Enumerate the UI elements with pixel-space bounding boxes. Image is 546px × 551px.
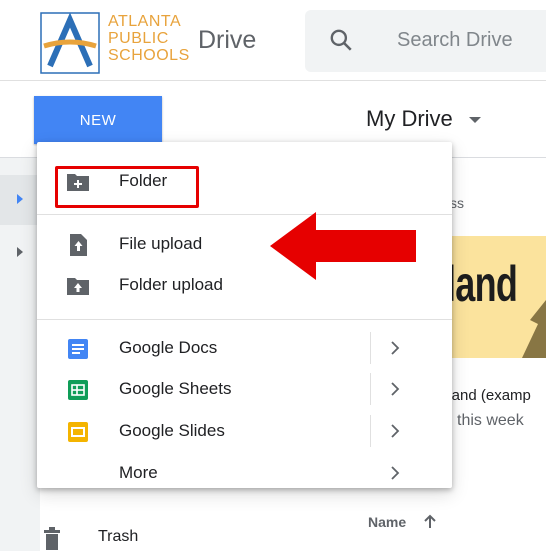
menu-item-label: File upload (119, 234, 203, 253)
chevron-right-icon[interactable] (389, 466, 401, 480)
search-icon[interactable] (328, 27, 354, 53)
logo-line-1: ATLANTA (108, 13, 182, 30)
menu-item-label: Folder upload (119, 275, 223, 294)
menu-divider (37, 319, 452, 320)
arrow-left-icon (270, 212, 416, 280)
school-logo-text: ATLANTA PUBLIC SCHOOLS (108, 13, 190, 65)
chevron-right-icon[interactable] (389, 341, 401, 355)
section-header: ss (450, 195, 464, 211)
menu-item-separator (370, 415, 371, 447)
thumbnail-graphic (522, 300, 546, 358)
menu-item-label: Google Docs (119, 338, 218, 357)
search-input[interactable]: Search Drive (397, 29, 513, 52)
file-card-name[interactable]: gland (examp (440, 387, 531, 404)
menu-item-label: Google Sheets (119, 379, 232, 398)
atlanta-public-schools-logo-icon (40, 12, 100, 74)
google-slides-icon (68, 422, 88, 442)
file-upload-icon (70, 234, 87, 256)
menu-item-google-sheets[interactable]: Google Sheets (37, 369, 452, 409)
new-button[interactable]: NEW (34, 96, 162, 144)
logo-line-3: SCHOOLS (108, 47, 190, 64)
folder-upload-icon (67, 278, 89, 295)
chevron-right-icon[interactable] (389, 382, 401, 396)
expand-arrow-icon[interactable] (17, 194, 23, 204)
menu-item-google-docs[interactable]: Google Docs (37, 328, 452, 368)
google-sheets-icon (68, 380, 88, 400)
location-title[interactable]: My Drive (366, 106, 453, 132)
menu-item-more[interactable]: More (37, 453, 452, 493)
google-docs-icon (68, 339, 88, 359)
menu-item-separator (370, 332, 371, 364)
menu-item-label: More (119, 463, 158, 482)
sort-ascending-icon[interactable] (423, 513, 437, 529)
menu-item-label: Google Slides (119, 421, 225, 440)
expand-arrow-icon[interactable] (17, 247, 23, 257)
logo-line-2: PUBLIC (108, 30, 169, 47)
school-logo[interactable] (40, 12, 100, 74)
caret-down-icon[interactable] (469, 117, 481, 123)
file-card-subtitle: this week (457, 412, 524, 429)
sort-column-name[interactable]: Name (368, 514, 406, 530)
thumbnail-text: land (446, 256, 518, 312)
chevron-right-icon[interactable] (389, 424, 401, 438)
highlight-box (55, 166, 199, 208)
app-title: Drive (198, 26, 257, 54)
trash-icon (44, 527, 60, 550)
header-divider (0, 80, 546, 81)
sidebar-item-trash[interactable]: Trash (98, 528, 138, 546)
menu-item-google-slides[interactable]: Google Slides (37, 411, 452, 451)
menu-item-separator (370, 373, 371, 405)
